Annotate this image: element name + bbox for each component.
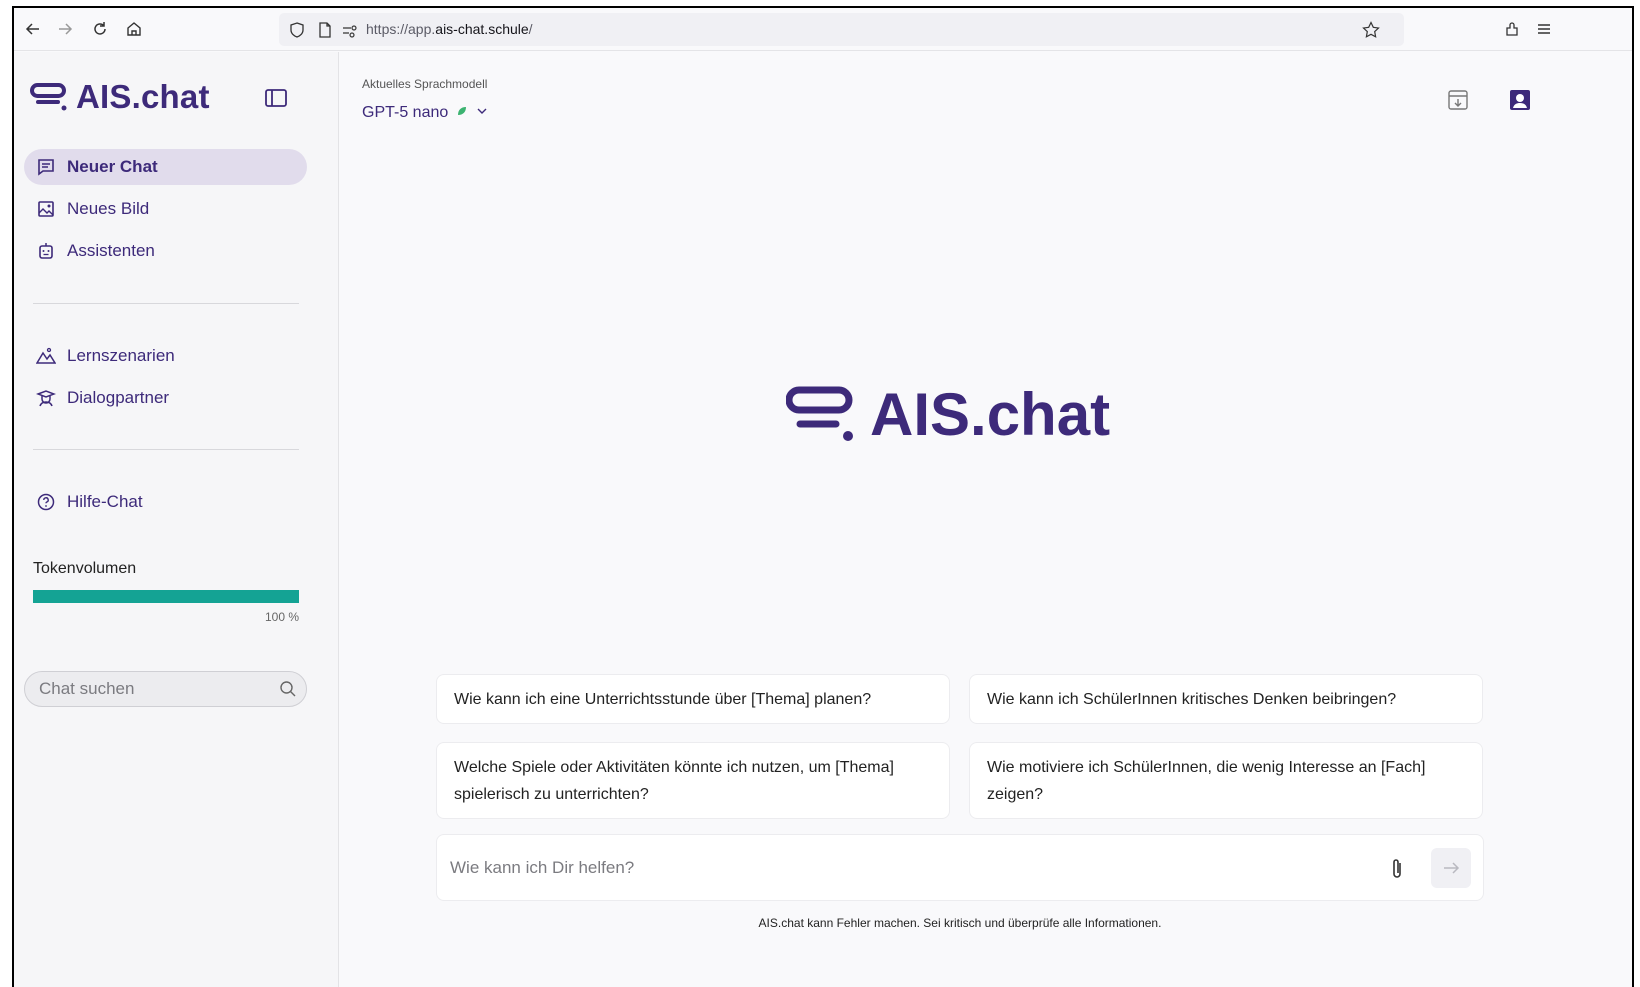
app-logo[interactable]: AIS.chat: [30, 78, 210, 116]
suggestion-text: Welche Spiele oder Aktivitäten könnte ic…: [454, 758, 894, 803]
robot-icon: [36, 241, 56, 261]
suggestion-text: Wie kann ich SchülerInnen kritisches Den…: [987, 690, 1397, 708]
url-bar[interactable]: https://app.ais-chat.schule/: [279, 13, 1404, 46]
chevron-down-icon: [476, 104, 488, 122]
sidebar-item-label: Dialogpartner: [67, 388, 170, 407]
suggestion-text: Wie kann ich eine Unterrichtsstunde über…: [454, 690, 872, 708]
sidebar-item-new-chat[interactable]: Neuer Chat: [24, 149, 307, 185]
suggestion-card[interactable]: Wie motiviere ich SchülerInnen, die weni…: [969, 742, 1483, 819]
permissions-icon[interactable]: [341, 21, 359, 39]
logo-icon: [786, 386, 853, 441]
leaf-icon: [456, 104, 468, 122]
chat-search-input[interactable]: [24, 671, 307, 707]
center-logo: AIS.chat: [786, 380, 1110, 449]
main-area: Aktuelles Sprachmodell GPT-5 nano AIS.ch…: [340, 52, 1632, 987]
browser-window: https://app.ais-chat.schule/ AIS.chat Ne…: [12, 6, 1634, 987]
shield-icon[interactable]: [288, 21, 306, 39]
reload-icon[interactable]: [89, 18, 111, 40]
sidebar-item-new-image[interactable]: Neues Bild: [24, 191, 307, 227]
help-icon: [36, 492, 56, 512]
token-volume-bar: [33, 590, 299, 603]
sidebar-item-label: Hilfe-Chat: [67, 492, 143, 511]
extensions-icon[interactable]: [1501, 18, 1523, 40]
home-icon[interactable]: [123, 18, 145, 40]
sidebar-item-dialog-partner[interactable]: Dialogpartner: [24, 380, 307, 416]
forward-icon[interactable]: [54, 18, 76, 40]
sidebar-item-assistants[interactable]: Assistenten: [24, 233, 307, 269]
page-icon[interactable]: [316, 21, 334, 39]
suggestion-text: Wie motiviere ich SchülerInnen, die weni…: [987, 758, 1426, 803]
arrow-right-icon: [1444, 862, 1460, 874]
send-button[interactable]: [1431, 848, 1471, 888]
graduate-icon: [36, 388, 56, 408]
sidebar: AIS.chat Neuer Chat Neues Bild Assistent…: [14, 52, 339, 987]
archive-download-icon[interactable]: [1446, 88, 1470, 112]
sidebar-item-label: Neues Bild: [67, 199, 150, 218]
profile-icon[interactable]: [1508, 88, 1532, 112]
center-logo-text: AIS.chat: [870, 381, 1111, 448]
bookmark-star-icon[interactable]: [1362, 21, 1380, 39]
sidebar-toggle-icon[interactable]: [264, 86, 288, 110]
menu-icon[interactable]: [1533, 18, 1555, 40]
token-volume-percent: 100 %: [264, 610, 299, 624]
sidebar-item-label: Lernszenarien: [67, 346, 175, 365]
suggestion-card[interactable]: Wie kann ich eine Unterrichtsstunde über…: [436, 674, 950, 724]
disclaimer-text: AIS.chat kann Fehler machen. Sei kritisc…: [758, 916, 1162, 930]
chat-input-box: [436, 834, 1484, 901]
sidebar-item-help-chat[interactable]: Hilfe-Chat: [24, 484, 307, 520]
suggestion-card[interactable]: Welche Spiele oder Aktivitäten könnte ic…: [436, 742, 950, 819]
image-icon: [36, 199, 56, 219]
browser-toolbar: https://app.ais-chat.schule/: [14, 8, 1632, 51]
back-icon[interactable]: [22, 18, 44, 40]
model-name: GPT-5 nano: [362, 104, 449, 121]
url-text[interactable]: https://app.ais-chat.schule/: [366, 21, 533, 37]
logo-text: AIS.chat: [76, 78, 210, 115]
sidebar-item-label: Neuer Chat: [67, 157, 158, 176]
suggestion-card[interactable]: Wie kann ich SchülerInnen kritisches Den…: [969, 674, 1483, 724]
search-icon[interactable]: [279, 680, 297, 698]
model-selector[interactable]: GPT-5 nano: [362, 104, 488, 122]
sidebar-item-learning-scenarios[interactable]: Lernszenarien: [24, 338, 307, 374]
token-volume-label: Tokenvolumen: [33, 560, 137, 577]
chat-message-input[interactable]: [450, 855, 1350, 881]
sidebar-divider: [33, 449, 299, 450]
token-volume-fill: [33, 590, 299, 603]
paperclip-icon[interactable]: [1387, 857, 1407, 881]
logo-icon: [30, 83, 67, 111]
mountains-icon: [36, 346, 56, 366]
sidebar-item-label: Assistenten: [67, 241, 155, 260]
chat-icon: [36, 157, 56, 177]
sidebar-divider: [33, 303, 299, 304]
model-label: Aktuelles Sprachmodell: [362, 77, 488, 91]
